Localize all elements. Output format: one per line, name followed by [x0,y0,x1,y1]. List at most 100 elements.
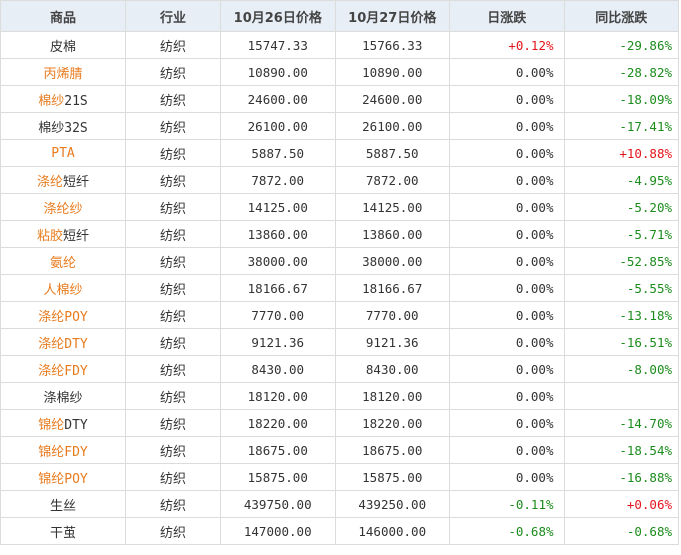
commodity-label: 生丝 [49,498,76,514]
industry-cell: 纺织 [125,112,221,140]
commodity-link[interactable]: 人棉纱 [43,283,82,298]
header-price-oct26: 10月26日价格 [220,0,336,32]
price-oct27-cell: 13860.00 [334,220,450,248]
price-oct26-cell: 18675.00 [220,436,336,464]
commodity-name-cell: 人棉纱 [0,274,126,302]
header-price-oct27: 10月27日价格 [334,0,450,32]
table-row: PTA 纺织 5887.50 5887.50 0.00% +10.88% [0,139,679,167]
table-row: 涤纶纱 纺织 14125.00 14125.00 0.00% -5.20% [0,193,679,221]
industry-cell: 纺织 [125,301,221,329]
commodity-link[interactable]: 粘胶 [37,229,63,244]
price-oct26-cell: 26100.00 [220,112,336,140]
industry-cell: 纺织 [125,220,221,248]
price-oct26-cell: 13860.00 [220,220,336,248]
commodity-link[interactable]: PTA [51,146,74,161]
day-change-cell: 0.00% [449,247,565,275]
commodity-link[interactable]: 氨纶 [50,256,76,271]
table-row: 锦纶POY 纺织 15875.00 15875.00 0.00% -16.88% [0,463,679,491]
table-body: 皮棉 纺织 15747.33 15766.33 +0.12% -29.86% 丙烯腈 纺织 10… [0,31,679,545]
price-oct27-cell: 9121.36 [334,328,450,356]
table-row: 人棉纱 纺织 18166.67 18166.67 0.00% -5.55% [0,274,679,302]
price-oct26-cell: 24600.00 [220,85,336,113]
industry-cell: 纺织 [125,166,221,194]
table-row: 生丝 纺织 439750.00 439250.00 -0.11% +0.06% [0,490,679,518]
table-header-row: 商品 行业 10月26日价格 10月27日价格 日涨跌 同比涨跌 [0,0,679,32]
commodity-name-cell: 涤纶FDY [0,355,126,383]
price-oct27-cell: 18166.67 [334,274,450,302]
price-oct27-cell: 10890.00 [334,58,450,86]
commodity-link[interactable]: 锦纶FDY [38,445,87,460]
day-change-cell: 0.00% [449,274,565,302]
price-oct26-cell: 14125.00 [220,193,336,221]
commodity-name-cell: 皮棉 [0,31,126,59]
commodity-link[interactable]: 锦纶POY [38,472,87,487]
commodity-label: 短纤 [63,174,90,190]
day-change-cell: 0.00% [449,301,565,329]
yoy-change-cell: -28.82% [563,58,679,86]
industry-cell: 纺织 [125,274,221,302]
commodity-name-cell: 涤纶POY [0,301,126,329]
commodity-name-cell: 棉纱21S [0,85,126,113]
header-industry: 行业 [125,0,221,32]
table-row: 干茧 纺织 147000.00 146000.00 -0.68% -0.68% [0,517,679,545]
yoy-change-cell: -5.55% [563,274,679,302]
price-oct26-cell: 15875.00 [220,463,336,491]
price-oct27-cell: 8430.00 [334,355,450,383]
commodity-link[interactable]: 棉纱 [38,94,64,109]
day-change-cell: 0.00% [449,436,565,464]
yoy-change-cell: -18.09% [563,85,679,113]
industry-cell: 纺织 [125,247,221,275]
yoy-change-cell: -0.68% [563,517,679,545]
table-row: 粘胶短纤 纺织 13860.00 13860.00 0.00% -5.71% [0,220,679,248]
commodity-link[interactable]: 锦纶 [38,418,64,433]
yoy-change-cell: -17.41% [563,112,679,140]
commodity-label: 干茧 [49,525,76,541]
day-change-cell: 0.00% [449,85,565,113]
price-oct27-cell: 24600.00 [334,85,450,113]
day-change-cell: 0.00% [449,139,565,167]
day-change-cell: 0.00% [449,58,565,86]
day-change-cell: 0.00% [449,463,565,491]
commodity-label: 短纤 [63,228,90,244]
commodity-name-cell: 锦纶POY [0,463,126,491]
commodity-name-cell: 涤纶短纤 [0,166,126,194]
yoy-change-cell: -52.85% [563,247,679,275]
price-oct27-cell: 18120.00 [334,382,450,410]
industry-cell: 纺织 [125,328,221,356]
table-row: 锦纶DTY 纺织 18220.00 18220.00 0.00% -14.70% [0,409,679,437]
day-change-cell: 0.00% [449,409,565,437]
commodity-link[interactable]: 涤纶POY [38,310,87,325]
industry-cell: 纺织 [125,355,221,383]
table-row: 丙烯腈 纺织 10890.00 10890.00 0.00% -28.82% [0,58,679,86]
commodity-name-cell: 涤纶纱 [0,193,126,221]
price-oct26-cell: 147000.00 [220,517,336,545]
commodity-link[interactable]: 涤纶FDY [38,364,87,379]
price-oct26-cell: 9121.36 [220,328,336,356]
price-oct27-cell: 18675.00 [334,436,450,464]
day-change-cell: -0.11% [449,490,565,518]
yoy-change-cell: -5.20% [563,193,679,221]
commodity-name-cell: 锦纶FDY [0,436,126,464]
commodity-link[interactable]: 涤纶DTY [38,337,87,352]
price-oct27-cell: 7872.00 [334,166,450,194]
header-commodity: 商品 [0,0,126,32]
yoy-change-cell: -14.70% [563,409,679,437]
table-row: 涤纶FDY 纺织 8430.00 8430.00 0.00% -8.00% [0,355,679,383]
price-oct26-cell: 8430.00 [220,355,336,383]
commodity-label: 皮棉 [49,39,76,55]
industry-cell: 纺织 [125,139,221,167]
industry-cell: 纺织 [125,409,221,437]
day-change-cell: +0.12% [449,31,565,59]
commodity-name-cell: 丙烯腈 [0,58,126,86]
yoy-change-cell: -16.88% [563,463,679,491]
day-change-cell: 0.00% [449,166,565,194]
table-row: 皮棉 纺织 15747.33 15766.33 +0.12% -29.86% [0,31,679,59]
yoy-change-cell: +10.88% [563,139,679,167]
day-change-cell: 0.00% [449,382,565,410]
industry-cell: 纺织 [125,31,221,59]
commodity-link[interactable]: 涤纶纱 [43,202,82,217]
commodity-link[interactable]: 涤纶 [37,175,63,190]
commodity-name-cell: 干茧 [0,517,126,545]
yoy-change-cell: -13.18% [563,301,679,329]
commodity-link[interactable]: 丙烯腈 [43,67,82,82]
